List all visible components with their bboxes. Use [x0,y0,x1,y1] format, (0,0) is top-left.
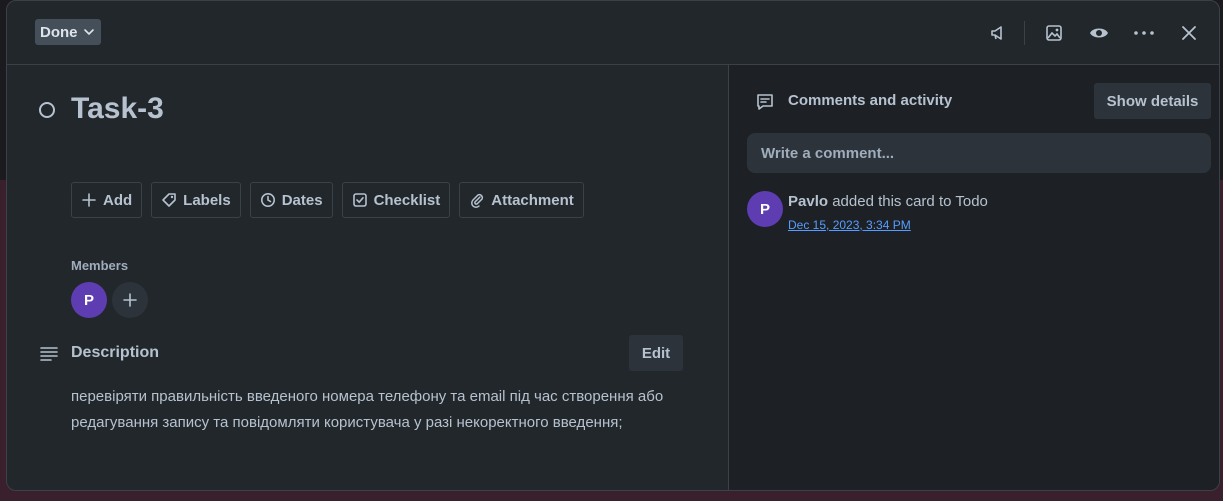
plus-icon [82,193,96,207]
labels-button[interactable]: Labels [151,182,241,218]
checklist-button[interactable]: Checklist [341,182,451,218]
members-list: P [71,282,148,318]
add-button[interactable]: Add [71,182,143,218]
more-icon[interactable] [1128,17,1160,49]
attachment-button-label: Attachment [491,191,574,209]
description-heading: Description [71,344,160,361]
comment-input[interactable]: Write a comment... [747,133,1211,173]
member-avatar[interactable]: P [71,282,107,318]
header-actions [969,17,1205,49]
eye-icon[interactable] [1083,17,1115,49]
checkbox-icon [352,193,367,207]
chevron-down-icon [83,29,94,36]
clock-icon [260,193,275,207]
comments-icon [757,94,773,110]
modal-header: Done [7,1,1219,65]
checklist-button-label: Checklist [373,191,441,209]
card-detail-modal: Done Task-3 Add Labels Dates Checklist A… [6,0,1220,491]
activity-timestamp-link[interactable]: Dec 15, 2023, 3:34 PM [788,218,911,232]
megaphone-icon[interactable] [982,17,1014,49]
dates-button-label: Dates [281,191,323,209]
card-main-column: Task-3 Add Labels Dates Checklist Attach… [7,65,728,490]
image-icon[interactable] [1038,17,1070,49]
header-divider [1024,21,1025,45]
add-button-label: Add [103,191,133,209]
dates-button[interactable]: Dates [249,182,333,218]
edit-description-button[interactable]: Edit [629,335,683,371]
description-text[interactable]: перевіряти правильність введеного номера… [71,384,711,436]
show-details-button[interactable]: Show details [1094,83,1211,119]
tag-icon [162,193,176,207]
add-member-button[interactable] [112,282,148,318]
status-dropdown[interactable]: Done [35,19,101,45]
activity-avatar[interactable]: P [747,191,783,227]
description-line: редагування запису та повідомляти корист… [71,414,623,431]
complete-toggle-icon[interactable] [39,102,55,118]
attachment-button[interactable]: Attachment [459,182,584,218]
activity-action: added this card to Todo [832,193,988,210]
activity-user[interactable]: Pavlo [788,193,828,210]
card-actions: Add Labels Dates Checklist Attachment [71,182,584,218]
status-label: Done [40,23,78,41]
comments-heading: Comments and activity [788,92,953,109]
close-icon[interactable] [1173,17,1205,49]
paperclip-icon [471,193,484,208]
activity-entry: Pavlo added this card to Todo [788,193,988,210]
members-label: Members [71,258,129,273]
card-title[interactable]: Task-3 [71,92,164,126]
plus-icon [123,293,137,307]
description-icon [40,347,58,361]
description-line: перевіряти правильність введеного номера… [71,388,664,405]
activity-sidebar: Comments and activity Show details Write… [728,65,1219,490]
labels-button-label: Labels [183,191,231,209]
